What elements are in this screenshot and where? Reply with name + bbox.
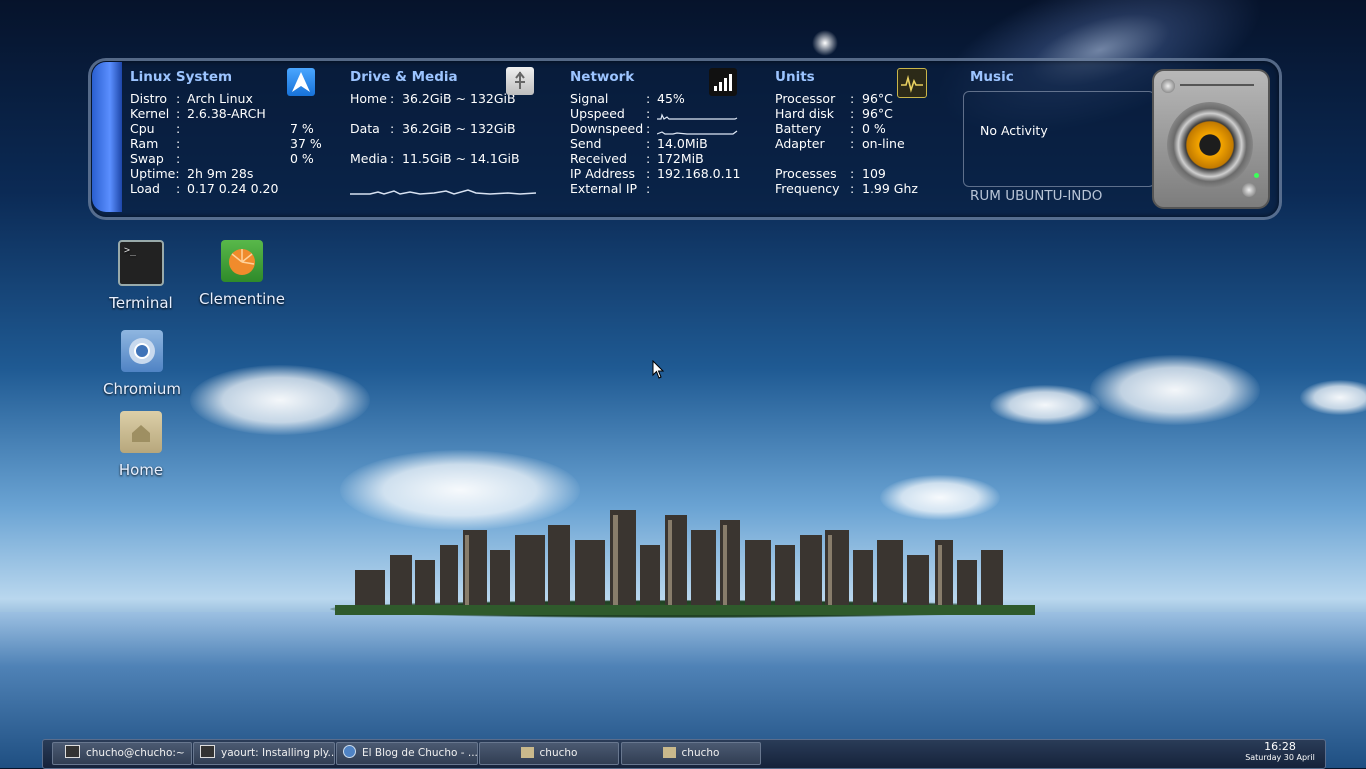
chromium-icon <box>343 745 356 758</box>
net-row-external-ip: External IP: <box>570 181 651 196</box>
stat-row-swap: Swap:0 % <box>130 151 314 166</box>
speaker-knob <box>1242 183 1256 197</box>
taskbar-item-folder-2[interactable]: chucho <box>621 742 761 765</box>
units-row-frequency: Frequency:1.99 Ghz <box>775 181 918 196</box>
signal-strength-icon <box>709 68 737 96</box>
desktop-icon-clementine[interactable]: Clementine <box>194 240 290 308</box>
speaker-cone <box>1167 102 1253 188</box>
conky-accent-bar <box>92 62 122 212</box>
net-row-send: Send:14.0MiB <box>570 136 708 151</box>
wallpaper-cloud <box>340 450 580 530</box>
folder-icon <box>520 747 534 758</box>
home-folder-icon <box>120 411 162 453</box>
clock-date: Saturday 30 April <box>1245 753 1315 762</box>
drive-row-media: Media:11.5GiB ~ 14.1GiB <box>350 151 520 166</box>
music-status: No Activity <box>980 123 1048 138</box>
drive-row-data: Data:36.2GiB ~ 132GiB <box>350 121 516 136</box>
taskbar-item-browser[interactable]: El Blog de Chucho - ... <box>336 742 478 765</box>
conky-section-units: Units Processor:96°C Hard disk:96°C Batt… <box>775 69 955 197</box>
units-row-processor: Processor:96°C <box>775 91 893 106</box>
taskbar-item-folder-1[interactable]: chucho <box>479 742 619 765</box>
wallpaper-star-flare <box>812 30 838 56</box>
music-status-box <box>963 91 1155 187</box>
taskbar-item-yaourt[interactable]: yaourt: Installing ply... <box>193 742 335 765</box>
conky-section-music: Music <box>970 70 1140 91</box>
taskbar-item-terminal[interactable]: chucho@chucho:~ <box>52 742 192 765</box>
units-row-processes: Processes:109 <box>775 166 886 181</box>
desktop-icon-label: Clementine <box>198 290 285 308</box>
units-row-hard-disk: Hard disk:96°C <box>775 106 893 121</box>
music-footer-label: RUM UBUNTU-INDO <box>970 188 1103 204</box>
units-row-adapter: Adapter: on-line <box>775 136 905 151</box>
usb-drive-icon <box>506 67 534 95</box>
desktop-icon-label: Terminal <box>109 294 173 312</box>
folder-icon <box>662 747 676 758</box>
net-row-ip-address: IP Address:192.168.0.11 <box>570 166 741 181</box>
speaker-knob <box>1161 79 1175 93</box>
desktop-icon-label: Home <box>118 461 164 479</box>
mouse-cursor-icon <box>652 360 665 379</box>
arch-linux-icon <box>287 68 315 96</box>
desktop-icon-chromium[interactable]: Chromium <box>98 330 186 398</box>
system-monitor-icon <box>897 68 927 98</box>
desktop-icon-label: Chromium <box>103 380 181 398</box>
wallpaper-city-skyline <box>335 510 1035 615</box>
clementine-icon <box>221 240 263 282</box>
wallpaper-cloud <box>1300 380 1366 415</box>
wallpaper-cloud <box>990 385 1100 425</box>
stat-row-load: Load:0.17 0.24 0.20 <box>130 181 279 196</box>
stat-row-uptime: Uptime: 2h 9m 28s <box>130 166 254 181</box>
units-row-battery: Battery:0 % <box>775 121 886 136</box>
network-speed-graphs <box>657 113 738 135</box>
terminal-icon <box>65 745 80 758</box>
net-row-received: Received:172MiB <box>570 151 704 166</box>
clock-time: 16:28 <box>1264 740 1296 753</box>
chromium-icon <box>121 330 163 372</box>
speaker-icon <box>1152 69 1270 209</box>
wallpaper-cloud <box>1090 355 1260 425</box>
disk-io-graph <box>350 189 536 195</box>
desktop-icon-terminal[interactable]: >_ Terminal <box>100 240 182 312</box>
wallpaper-cloud <box>880 475 1000 520</box>
section-title: Music <box>970 69 1014 85</box>
stat-row-cpu: Cpu:7 % <box>130 121 314 136</box>
terminal-icon <box>200 745 215 758</box>
wallpaper-island <box>330 600 1035 618</box>
desktop-icon-home[interactable]: Home <box>100 411 182 479</box>
stat-row-ram: Ram:37 % <box>130 136 322 151</box>
wallpaper-cloud <box>190 365 370 435</box>
taskbar-clock[interactable]: 16:28 Saturday 30 April <box>1240 741 1320 763</box>
stat-row-kernel: Kernel:2.6.38-ARCH <box>130 106 266 121</box>
terminal-icon: >_ <box>118 240 164 286</box>
section-title: Units <box>775 69 815 85</box>
